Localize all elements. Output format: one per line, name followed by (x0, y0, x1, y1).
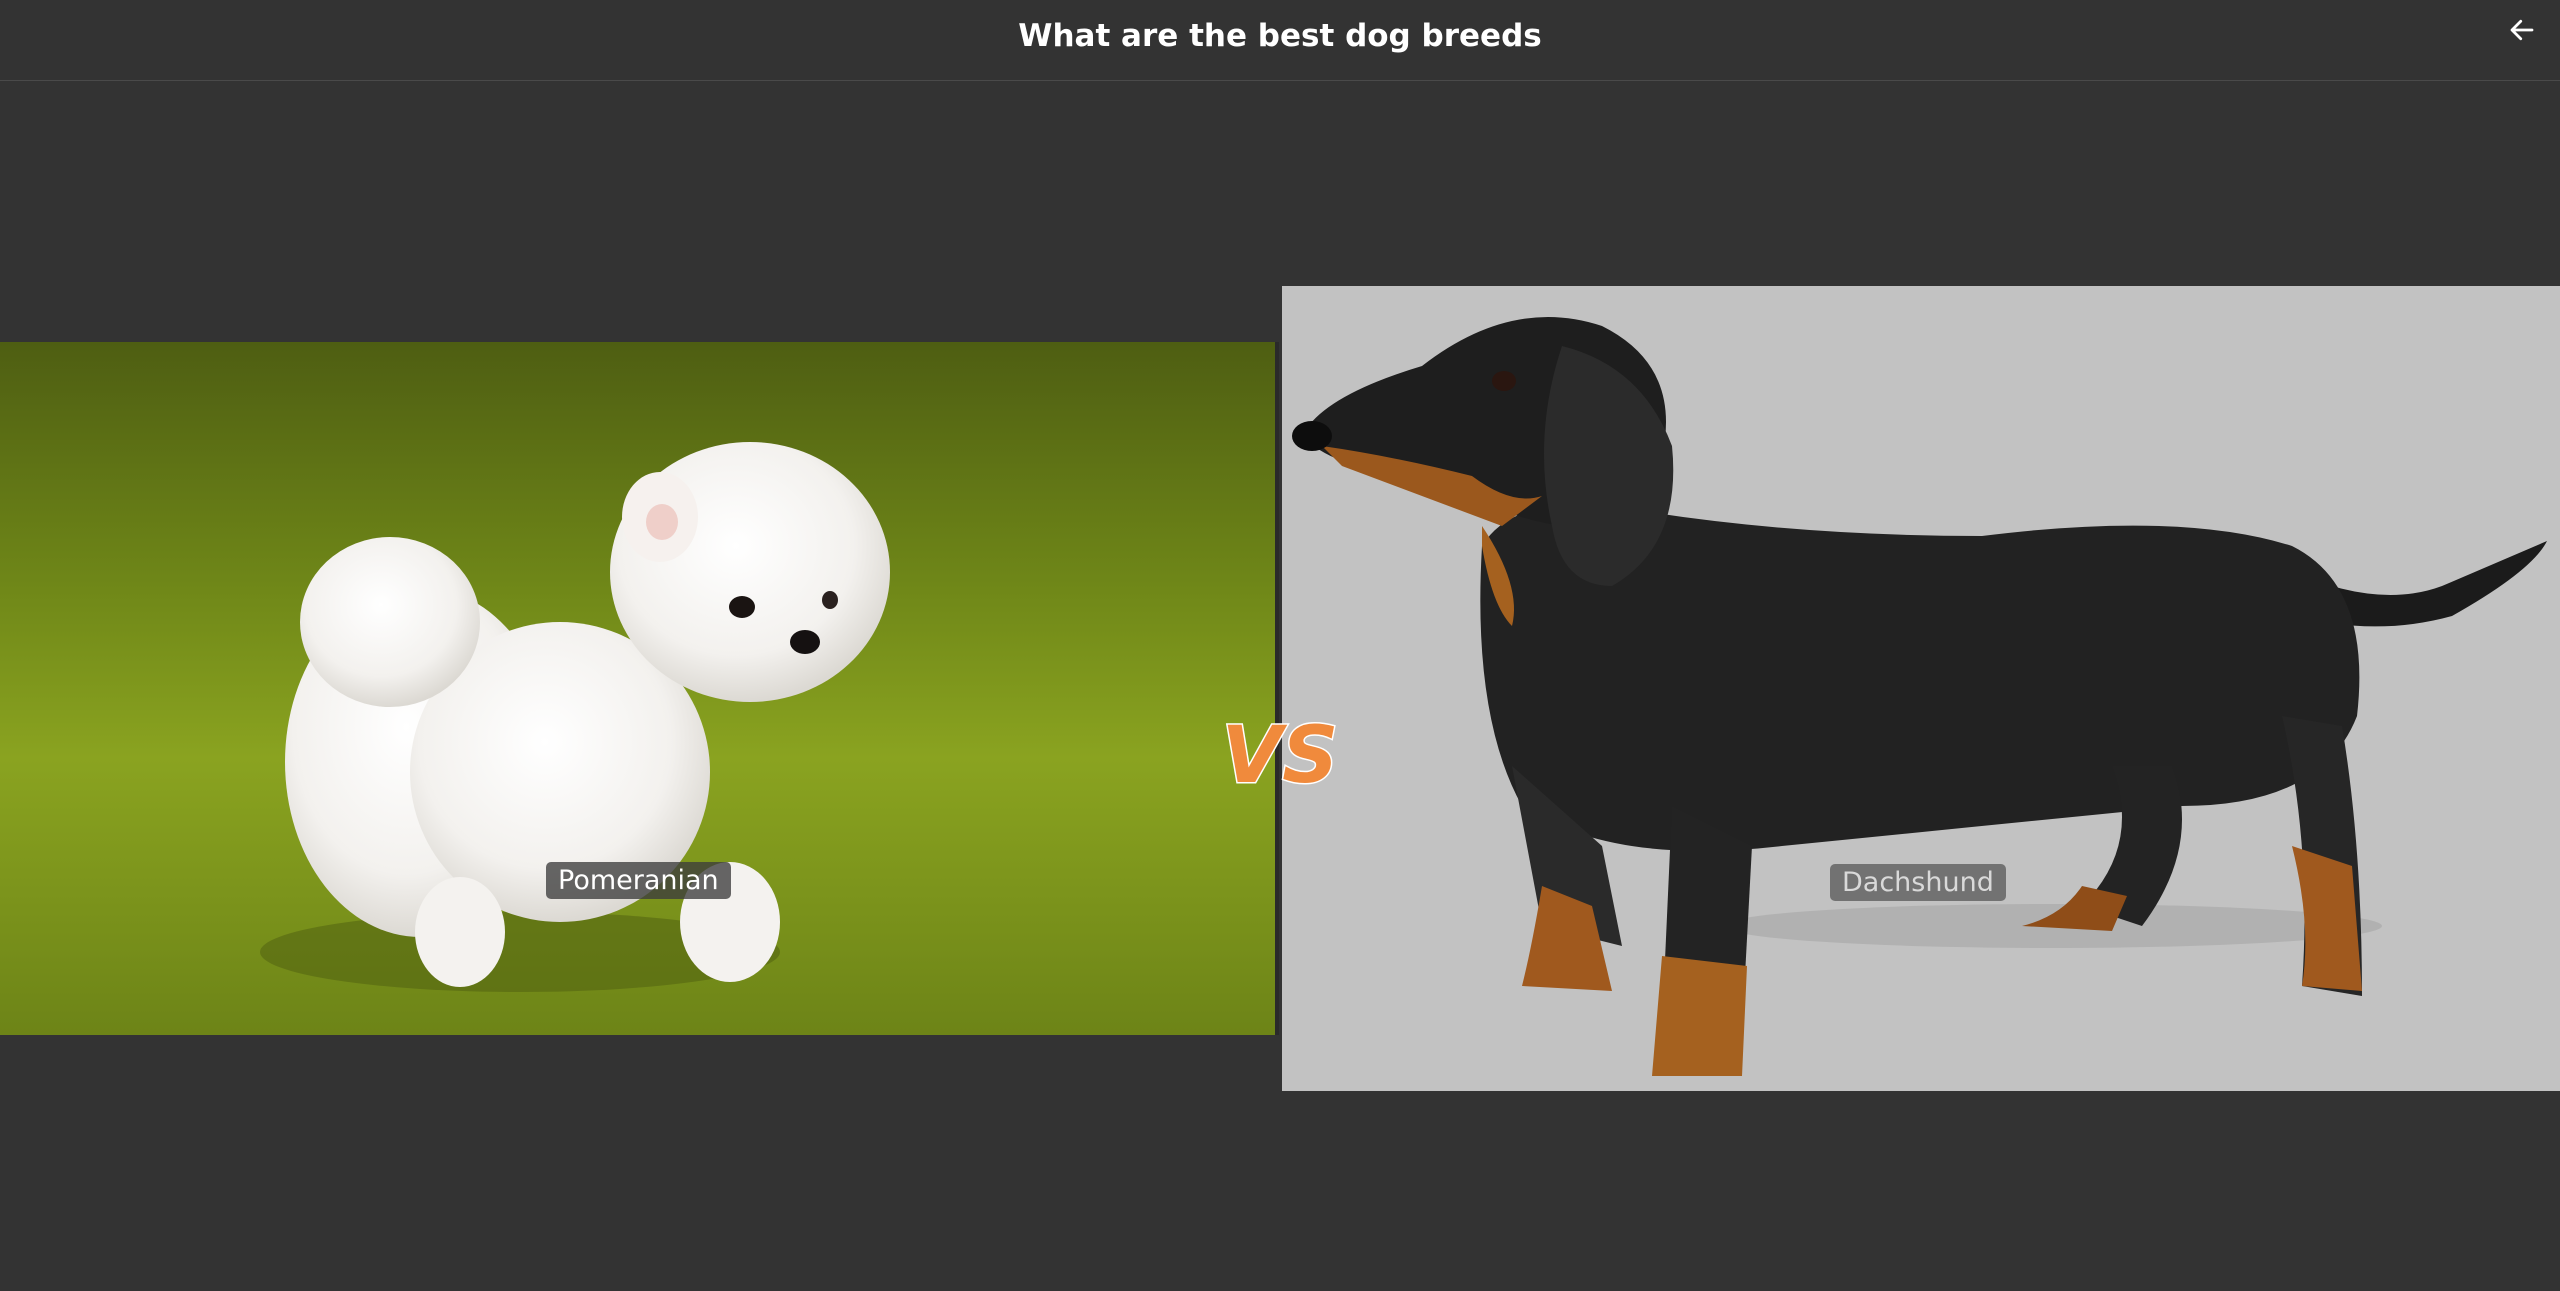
dachshund-photo (1282, 286, 2560, 1091)
page-title: What are the best dog breeds (1018, 18, 1542, 54)
choice-label-dachshund: Dachshund (1830, 864, 2006, 901)
choice-card-pomeranian[interactable]: Pomeranian (0, 342, 1279, 1035)
vs-badge: VS (1210, 710, 1350, 803)
top-bar: What are the best dog breeds (0, 0, 2560, 81)
arrow-left-icon (2510, 19, 2534, 41)
vs-text: VS (1222, 712, 1339, 801)
pomeranian-photo (0, 342, 1279, 1035)
choice-label-pomeranian: Pomeranian (546, 862, 731, 899)
back-button[interactable] (2502, 10, 2542, 50)
choice-card-dachshund[interactable]: Dachshund (1282, 286, 2560, 1091)
